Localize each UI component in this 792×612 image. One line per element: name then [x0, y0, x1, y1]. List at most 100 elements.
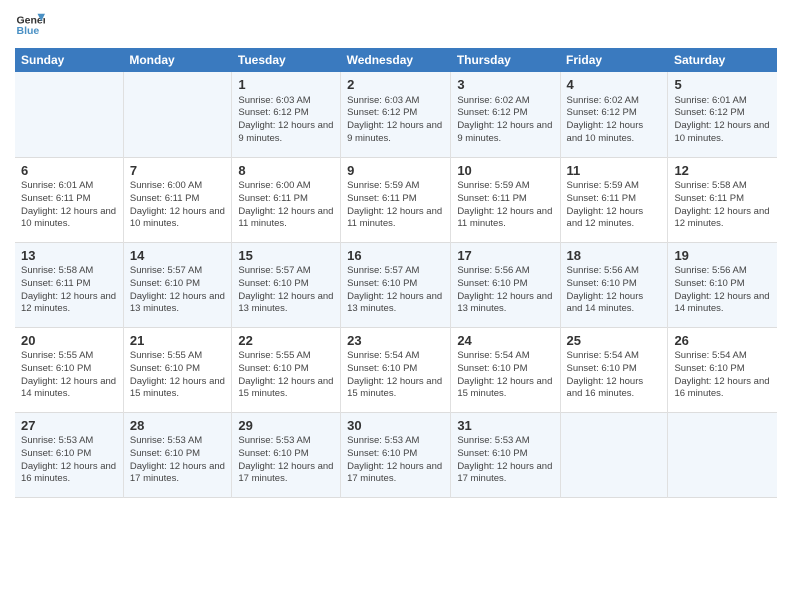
calendar-cell: 16Sunrise: 5:57 AM Sunset: 6:10 PM Dayli…: [341, 242, 451, 327]
calendar-cell: 22Sunrise: 5:55 AM Sunset: 6:10 PM Dayli…: [232, 327, 341, 412]
weekday-header-row: SundayMondayTuesdayWednesdayThursdayFrid…: [15, 48, 777, 72]
weekday-header-tuesday: Tuesday: [232, 48, 341, 72]
calendar-cell: 30Sunrise: 5:53 AM Sunset: 6:10 PM Dayli…: [341, 412, 451, 497]
day-number: 31: [457, 417, 553, 435]
calendar-cell: 29Sunrise: 5:53 AM Sunset: 6:10 PM Dayli…: [232, 412, 341, 497]
day-number: 6: [21, 162, 117, 180]
day-info: Sunrise: 5:57 AM Sunset: 6:10 PM Dayligh…: [130, 265, 226, 316]
weekday-header-sunday: Sunday: [15, 48, 123, 72]
day-info: Sunrise: 5:54 AM Sunset: 6:10 PM Dayligh…: [674, 350, 771, 401]
calendar-cell: 19Sunrise: 5:56 AM Sunset: 6:10 PM Dayli…: [668, 242, 777, 327]
logo: General Blue: [15, 10, 45, 40]
day-number: 27: [21, 417, 117, 435]
day-info: Sunrise: 5:54 AM Sunset: 6:10 PM Dayligh…: [347, 350, 444, 401]
day-info: Sunrise: 5:55 AM Sunset: 6:10 PM Dayligh…: [130, 350, 226, 401]
calendar-cell: 9Sunrise: 5:59 AM Sunset: 6:11 PM Daylig…: [341, 157, 451, 242]
day-info: Sunrise: 5:53 AM Sunset: 6:10 PM Dayligh…: [238, 435, 334, 486]
page-container: General Blue SundayMondayTuesdayWednesda…: [0, 0, 792, 508]
calendar-week-1: 1Sunrise: 6:03 AM Sunset: 6:12 PM Daylig…: [15, 72, 777, 157]
day-number: 11: [567, 162, 662, 180]
day-number: 4: [567, 76, 662, 94]
calendar-cell: 23Sunrise: 5:54 AM Sunset: 6:10 PM Dayli…: [341, 327, 451, 412]
day-info: Sunrise: 5:55 AM Sunset: 6:10 PM Dayligh…: [238, 350, 334, 401]
day-number: 29: [238, 417, 334, 435]
day-info: Sunrise: 5:59 AM Sunset: 6:11 PM Dayligh…: [347, 180, 444, 231]
calendar-table: SundayMondayTuesdayWednesdayThursdayFrid…: [15, 48, 777, 498]
calendar-week-3: 13Sunrise: 5:58 AM Sunset: 6:11 PM Dayli…: [15, 242, 777, 327]
day-number: 14: [130, 247, 226, 265]
calendar-cell: 15Sunrise: 5:57 AM Sunset: 6:10 PM Dayli…: [232, 242, 341, 327]
day-number: 17: [457, 247, 553, 265]
day-number: 2: [347, 76, 444, 94]
calendar-header: SundayMondayTuesdayWednesdayThursdayFrid…: [15, 48, 777, 72]
day-info: Sunrise: 5:56 AM Sunset: 6:10 PM Dayligh…: [674, 265, 771, 316]
day-number: 9: [347, 162, 444, 180]
day-info: Sunrise: 6:03 AM Sunset: 6:12 PM Dayligh…: [347, 95, 444, 146]
day-info: Sunrise: 5:53 AM Sunset: 6:10 PM Dayligh…: [347, 435, 444, 486]
day-info: Sunrise: 6:01 AM Sunset: 6:11 PM Dayligh…: [21, 180, 117, 231]
calendar-cell: 20Sunrise: 5:55 AM Sunset: 6:10 PM Dayli…: [15, 327, 123, 412]
day-number: 20: [21, 332, 117, 350]
day-info: Sunrise: 5:55 AM Sunset: 6:10 PM Dayligh…: [21, 350, 117, 401]
calendar-cell: 2Sunrise: 6:03 AM Sunset: 6:12 PM Daylig…: [341, 72, 451, 157]
day-number: 8: [238, 162, 334, 180]
calendar-cell: [560, 412, 668, 497]
calendar-cell: 26Sunrise: 5:54 AM Sunset: 6:10 PM Dayli…: [668, 327, 777, 412]
calendar-cell: 1Sunrise: 6:03 AM Sunset: 6:12 PM Daylig…: [232, 72, 341, 157]
calendar-cell: 21Sunrise: 5:55 AM Sunset: 6:10 PM Dayli…: [123, 327, 232, 412]
calendar-cell: 24Sunrise: 5:54 AM Sunset: 6:10 PM Dayli…: [451, 327, 560, 412]
calendar-cell: 28Sunrise: 5:53 AM Sunset: 6:10 PM Dayli…: [123, 412, 232, 497]
header: General Blue: [15, 10, 777, 40]
calendar-cell: 13Sunrise: 5:58 AM Sunset: 6:11 PM Dayli…: [15, 242, 123, 327]
day-number: 26: [674, 332, 771, 350]
day-number: 13: [21, 247, 117, 265]
day-info: Sunrise: 5:58 AM Sunset: 6:11 PM Dayligh…: [674, 180, 771, 231]
calendar-body: 1Sunrise: 6:03 AM Sunset: 6:12 PM Daylig…: [15, 72, 777, 497]
calendar-cell: [668, 412, 777, 497]
day-number: 3: [457, 76, 553, 94]
day-info: Sunrise: 6:02 AM Sunset: 6:12 PM Dayligh…: [457, 95, 553, 146]
day-info: Sunrise: 5:59 AM Sunset: 6:11 PM Dayligh…: [567, 180, 662, 231]
day-number: 5: [674, 76, 771, 94]
day-info: Sunrise: 5:59 AM Sunset: 6:11 PM Dayligh…: [457, 180, 553, 231]
day-info: Sunrise: 5:58 AM Sunset: 6:11 PM Dayligh…: [21, 265, 117, 316]
day-number: 16: [347, 247, 444, 265]
calendar-week-4: 20Sunrise: 5:55 AM Sunset: 6:10 PM Dayli…: [15, 327, 777, 412]
calendar-cell: 5Sunrise: 6:01 AM Sunset: 6:12 PM Daylig…: [668, 72, 777, 157]
calendar-cell: 10Sunrise: 5:59 AM Sunset: 6:11 PM Dayli…: [451, 157, 560, 242]
day-number: 28: [130, 417, 226, 435]
day-number: 30: [347, 417, 444, 435]
weekday-header-saturday: Saturday: [668, 48, 777, 72]
calendar-cell: [123, 72, 232, 157]
calendar-cell: 31Sunrise: 5:53 AM Sunset: 6:10 PM Dayli…: [451, 412, 560, 497]
calendar-cell: 11Sunrise: 5:59 AM Sunset: 6:11 PM Dayli…: [560, 157, 668, 242]
day-info: Sunrise: 5:57 AM Sunset: 6:10 PM Dayligh…: [238, 265, 334, 316]
calendar-cell: 14Sunrise: 5:57 AM Sunset: 6:10 PM Dayli…: [123, 242, 232, 327]
day-info: Sunrise: 5:53 AM Sunset: 6:10 PM Dayligh…: [130, 435, 226, 486]
day-info: Sunrise: 5:56 AM Sunset: 6:10 PM Dayligh…: [567, 265, 662, 316]
day-number: 23: [347, 332, 444, 350]
calendar-cell: 6Sunrise: 6:01 AM Sunset: 6:11 PM Daylig…: [15, 157, 123, 242]
weekday-header-monday: Monday: [123, 48, 232, 72]
svg-text:Blue: Blue: [17, 25, 40, 37]
day-number: 24: [457, 332, 553, 350]
weekday-header-thursday: Thursday: [451, 48, 560, 72]
calendar-week-5: 27Sunrise: 5:53 AM Sunset: 6:10 PM Dayli…: [15, 412, 777, 497]
day-number: 25: [567, 332, 662, 350]
day-number: 15: [238, 247, 334, 265]
day-info: Sunrise: 6:01 AM Sunset: 6:12 PM Dayligh…: [674, 95, 771, 146]
day-number: 22: [238, 332, 334, 350]
calendar-cell: [15, 72, 123, 157]
day-number: 10: [457, 162, 553, 180]
day-info: Sunrise: 5:54 AM Sunset: 6:10 PM Dayligh…: [567, 350, 662, 401]
calendar-cell: 25Sunrise: 5:54 AM Sunset: 6:10 PM Dayli…: [560, 327, 668, 412]
calendar-cell: 8Sunrise: 6:00 AM Sunset: 6:11 PM Daylig…: [232, 157, 341, 242]
logo-icon: General Blue: [15, 10, 45, 40]
day-info: Sunrise: 6:00 AM Sunset: 6:11 PM Dayligh…: [238, 180, 334, 231]
day-number: 19: [674, 247, 771, 265]
day-info: Sunrise: 5:57 AM Sunset: 6:10 PM Dayligh…: [347, 265, 444, 316]
day-info: Sunrise: 5:53 AM Sunset: 6:10 PM Dayligh…: [21, 435, 117, 486]
day-info: Sunrise: 5:56 AM Sunset: 6:10 PM Dayligh…: [457, 265, 553, 316]
calendar-cell: 3Sunrise: 6:02 AM Sunset: 6:12 PM Daylig…: [451, 72, 560, 157]
day-info: Sunrise: 6:00 AM Sunset: 6:11 PM Dayligh…: [130, 180, 226, 231]
